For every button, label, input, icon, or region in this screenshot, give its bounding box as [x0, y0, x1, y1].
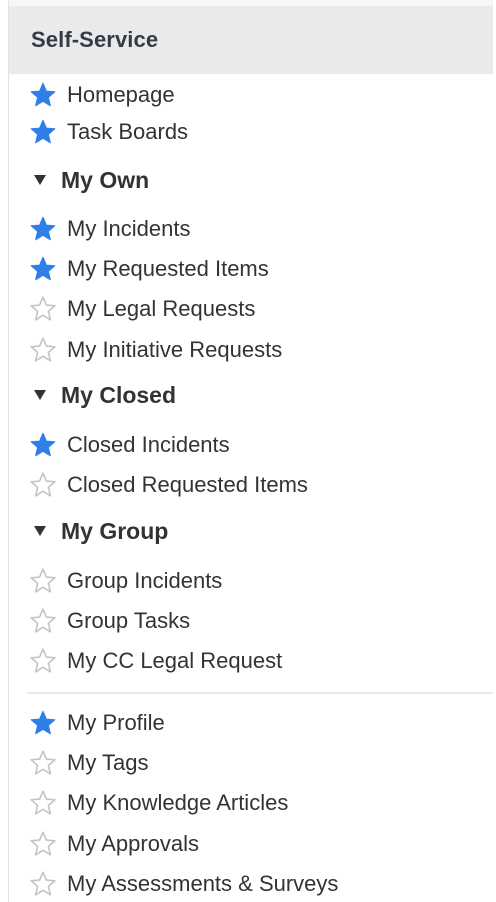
- caret-down-icon[interactable]: [33, 524, 47, 538]
- star-outline-icon[interactable]: [29, 336, 57, 364]
- star-outline-icon[interactable]: [29, 789, 57, 817]
- star-outline-icon[interactable]: [29, 607, 57, 635]
- nav-item-label: My Tags: [67, 750, 149, 775]
- nav-item-label: Homepage: [67, 82, 175, 107]
- star-filled-icon[interactable]: [29, 215, 57, 243]
- nav-item-label: My Legal Requests: [67, 296, 256, 321]
- self-service-nav-panel: Self-Service Homepage Task Boards My Own…: [8, 0, 493, 902]
- nav-item-group-incidents[interactable]: Group Incidents: [9, 561, 222, 601]
- star-filled-icon[interactable]: [29, 255, 57, 283]
- section-my-group[interactable]: My Group: [9, 511, 168, 551]
- nav-item-label: My Knowledge Articles: [67, 790, 289, 815]
- divider: [27, 692, 493, 694]
- nav-item-label: My Assessments & Surveys: [67, 871, 339, 896]
- nav-item-my-cc-legal-request[interactable]: My CC Legal Request: [9, 641, 282, 681]
- nav-item-label: Closed Incidents: [67, 432, 230, 457]
- star-outline-icon[interactable]: [29, 870, 57, 898]
- nav-item-my-assessments-surveys[interactable]: My Assessments & Surveys: [9, 864, 338, 902]
- nav-item-label: My Incidents: [67, 216, 191, 241]
- star-filled-icon[interactable]: [29, 431, 57, 459]
- nav-item-closed-incidents[interactable]: Closed Incidents: [9, 425, 230, 465]
- nav-item-my-legal-requests[interactable]: My Legal Requests: [9, 289, 255, 329]
- section-label: My Closed: [61, 381, 177, 408]
- section-label: My Own: [61, 166, 150, 193]
- star-filled-icon[interactable]: [29, 709, 57, 737]
- star-outline-icon[interactable]: [29, 749, 57, 777]
- nav-item-homepage[interactable]: Homepage: [9, 75, 175, 115]
- nav-item-my-incidents[interactable]: My Incidents: [9, 209, 191, 249]
- nav-item-task-boards[interactable]: Task Boards: [9, 112, 188, 152]
- nav-item-closed-requested-items[interactable]: Closed Requested Items: [9, 465, 308, 505]
- nav-item-label: My Initiative Requests: [67, 337, 283, 362]
- section-my-own[interactable]: My Own: [9, 160, 149, 200]
- nav-item-label: Group Tasks: [67, 608, 191, 633]
- nav-item-label: My CC Legal Request: [67, 648, 283, 673]
- nav-item-label: My Requested Items: [67, 256, 269, 281]
- nav-item-my-knowledge-articles[interactable]: My Knowledge Articles: [9, 783, 288, 823]
- nav-item-my-approvals[interactable]: My Approvals: [9, 824, 199, 864]
- nav-item-label: Group Incidents: [67, 568, 223, 593]
- star-outline-icon[interactable]: [29, 647, 57, 675]
- nav-item-my-tags[interactable]: My Tags: [9, 743, 149, 783]
- star-outline-icon[interactable]: [29, 567, 57, 595]
- nav-item-label: Task Boards: [67, 119, 189, 144]
- caret-down-icon[interactable]: [33, 173, 47, 187]
- star-outline-icon[interactable]: [29, 471, 57, 499]
- caret-down-icon[interactable]: [33, 388, 47, 402]
- section-label: My Group: [61, 517, 169, 544]
- nav-item-my-requested-items[interactable]: My Requested Items: [9, 249, 269, 289]
- nav-item-label: Closed Requested Items: [67, 472, 308, 497]
- panel-header[interactable]: Self-Service: [9, 0, 493, 74]
- star-filled-icon[interactable]: [29, 118, 57, 146]
- star-outline-icon[interactable]: [29, 295, 57, 323]
- panel-title: Self-Service: [31, 27, 159, 52]
- nav-item-label: My Approvals: [67, 831, 200, 856]
- nav-item-label: My Profile: [67, 710, 165, 735]
- nav-item-my-profile[interactable]: My Profile: [9, 703, 165, 743]
- star-filled-icon[interactable]: [29, 81, 57, 109]
- star-outline-icon[interactable]: [29, 830, 57, 858]
- section-my-closed[interactable]: My Closed: [9, 375, 176, 415]
- nav-item-group-tasks[interactable]: Group Tasks: [9, 601, 190, 641]
- nav-item-my-initiative-requests[interactable]: My Initiative Requests: [9, 330, 282, 370]
